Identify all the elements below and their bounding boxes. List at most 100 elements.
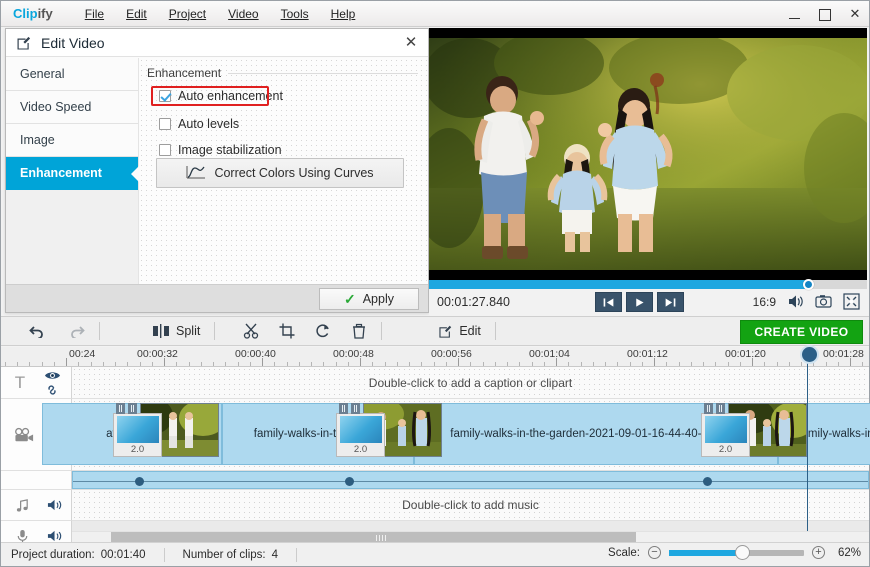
transition-duration-3: 2.0 — [718, 444, 733, 455]
keyframe-dot-2[interactable] — [345, 477, 354, 486]
track-body-music[interactable]: Double-click to add music — [72, 490, 869, 521]
keyframe-dot-1[interactable] — [135, 477, 144, 486]
clip-grip-3b[interactable] — [716, 403, 725, 414]
transition-3[interactable]: 2.0 — [701, 413, 750, 457]
sidebar-item-image[interactable]: Image — [6, 124, 138, 157]
keyframe-dot-3[interactable] — [703, 477, 712, 486]
zoom-out-button[interactable]: − — [648, 546, 661, 559]
cut-button[interactable] — [233, 316, 269, 346]
checkbox-box-auto-enhancement[interactable] — [159, 90, 171, 102]
fullscreen-icon[interactable] — [843, 293, 860, 310]
current-time-label: 00:01:27.840 — [437, 295, 510, 309]
menu-item-edit[interactable]: Edit — [126, 7, 147, 21]
ruler-minor-tick — [592, 362, 594, 366]
edit-button[interactable]: Edit — [428, 316, 491, 346]
maximize-button[interactable] — [817, 6, 833, 22]
link-icon[interactable] — [41, 383, 63, 396]
track-body-video[interactable]: athers-s-2 family-walks-in-the-garde fam… — [42, 399, 870, 471]
track-body-title[interactable]: Double-click to add a caption or clipart — [72, 367, 869, 399]
ruler-minor-tick — [788, 362, 790, 366]
ruler-minor-tick — [41, 362, 43, 366]
transition-1[interactable]: 2.0 — [113, 413, 162, 457]
ruler-minor-tick — [274, 362, 276, 366]
correct-colors-using-curves-button[interactable]: Correct Colors Using Curves — [156, 158, 404, 188]
check-icon: ✓ — [343, 291, 356, 307]
ruler-label-3: 00:00:48 — [333, 348, 374, 360]
volume-icon[interactable] — [787, 293, 804, 310]
play-button[interactable] — [626, 292, 653, 312]
scale-label: Scale: — [608, 546, 640, 559]
track-hint-music: Double-click to add music — [402, 498, 539, 512]
ruler-minor-tick — [690, 362, 692, 366]
menu-label-help: Help — [330, 6, 356, 21]
delete-button[interactable] — [341, 316, 377, 346]
eye-icon[interactable] — [41, 369, 63, 382]
ruler-minor-tick — [715, 362, 717, 366]
ruler-minor-tick — [703, 362, 704, 366]
clip-grip-1a[interactable] — [116, 403, 125, 414]
ruler-minor-tick — [4, 362, 6, 366]
checkbox-label-auto-enhancement: Auto enhancement — [178, 89, 283, 103]
close-window-button[interactable]: ✕ — [847, 6, 863, 22]
minimize-button[interactable] — [787, 6, 803, 22]
clip-grip-2a[interactable] — [339, 403, 348, 414]
zoom-in-button[interactable]: + — [812, 546, 825, 559]
transition-2[interactable]: 2.0 — [336, 413, 385, 457]
ruler-minor-tick — [776, 362, 778, 366]
sidebar-item-video-speed[interactable]: Video Speed — [6, 91, 138, 124]
ruler-minor-tick — [311, 362, 312, 366]
menu-item-project[interactable]: Project — [169, 7, 206, 21]
sidebar-item-general[interactable]: General — [6, 58, 138, 91]
timeline-ruler[interactable]: 00:24 00:00:32 00:00:40 00:00:48 00:00:5… — [1, 347, 869, 367]
menu-item-video[interactable]: Video — [228, 7, 258, 21]
ruler-minor-tick — [139, 362, 141, 366]
playhead[interactable] — [800, 345, 819, 531]
split-label: Split — [176, 324, 201, 338]
create-video-label: CREATE VIDEO — [754, 325, 849, 339]
dialog-close-icon[interactable]: ✕ — [403, 35, 419, 51]
ruler-minor-tick — [801, 362, 802, 366]
clip-grip-3a[interactable] — [704, 403, 713, 414]
menu-item-tools[interactable]: Tools — [281, 7, 309, 21]
rotate-button[interactable] — [305, 316, 341, 346]
snapshot-icon[interactable] — [815, 293, 832, 310]
checkbox-auto-enhancement[interactable]: Auto enhancement — [159, 89, 283, 103]
group-header: Enhancement — [147, 66, 418, 80]
checkbox-box-auto-levels[interactable] — [159, 118, 171, 130]
create-video-button[interactable]: CREATE VIDEO — [740, 320, 863, 344]
checkbox-box-image-stabilization[interactable] — [159, 144, 171, 156]
checkbox-image-stabilization[interactable]: Image stabilization — [159, 143, 282, 157]
apply-button[interactable]: ✓ Apply — [319, 288, 419, 310]
scale-slider[interactable] — [669, 544, 804, 560]
ruler-minor-tick — [188, 362, 190, 366]
track-header-title: T — [1, 367, 72, 399]
prev-frame-button[interactable] — [595, 292, 622, 312]
redo-button[interactable] — [57, 316, 95, 346]
scale-slider-handle[interactable] — [735, 544, 750, 560]
next-frame-button[interactable] — [657, 292, 684, 312]
aspect-ratio-label[interactable]: 16:9 — [753, 295, 776, 309]
split-button[interactable]: Split — [142, 316, 210, 346]
video-preview[interactable] — [429, 28, 867, 280]
app-logo: Clipify — [13, 6, 53, 21]
clip-grip-1b[interactable] — [128, 403, 137, 414]
sidebar-label-enhancement: Enhancement — [20, 166, 102, 180]
checkbox-auto-levels[interactable]: Auto levels — [159, 117, 239, 131]
checkbox-label-auto-levels: Auto levels — [178, 117, 240, 131]
undo-button[interactable] — [19, 316, 57, 346]
track-body-audio-line[interactable] — [72, 471, 869, 490]
volume-line-strip[interactable] — [72, 471, 869, 489]
speaker-icon-music[interactable] — [44, 494, 66, 516]
clip-grip-2b[interactable] — [351, 403, 360, 414]
text-icon: T — [14, 372, 26, 392]
toolbar-separator-3 — [381, 322, 383, 340]
sidebar-item-enhancement[interactable]: Enhancement — [6, 157, 139, 190]
seek-bar[interactable] — [429, 279, 867, 290]
ruler-minor-tick — [225, 362, 227, 366]
crop-button[interactable] — [269, 316, 305, 346]
menu-item-help[interactable]: Help — [331, 7, 356, 21]
ruler-minor-tick — [115, 362, 116, 366]
track-audio-line — [1, 471, 869, 490]
menu-item-file[interactable]: File — [85, 7, 104, 21]
ruler-minor-tick — [384, 362, 386, 366]
